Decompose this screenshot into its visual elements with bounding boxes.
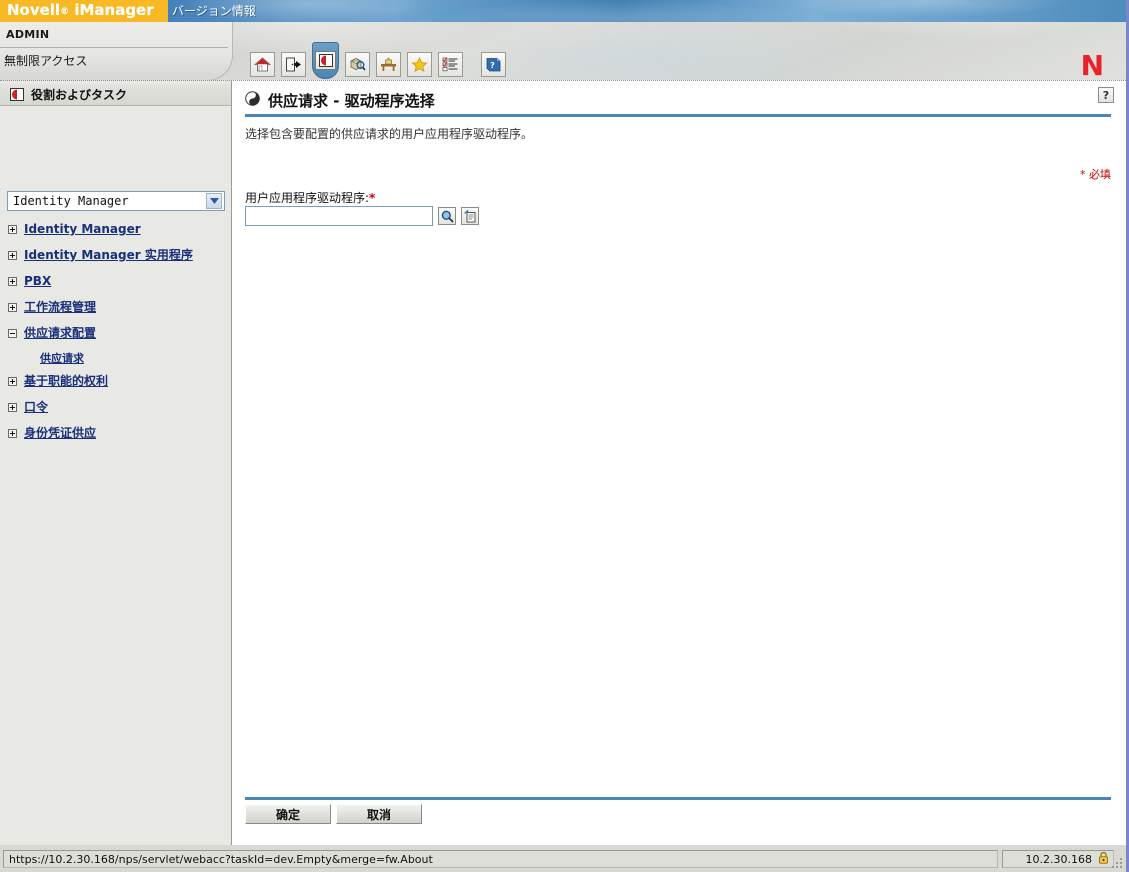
sidebar-item-label[interactable]: 口令 bbox=[24, 399, 48, 415]
sidebar-item-credential-provisioning[interactable]: 身份凭证供应 bbox=[0, 425, 231, 451]
configure-icon bbox=[381, 57, 396, 71]
exit-icon-button[interactable] bbox=[281, 52, 306, 77]
product-logo-text: Novell® iManager bbox=[0, 0, 154, 20]
sidebar-subitem-label[interactable]: 供应请求 bbox=[40, 351, 84, 367]
sidebar: 役割およびタスク Identity Manager Identity Manag… bbox=[0, 80, 232, 845]
novell-n-logo: N bbox=[1080, 49, 1104, 80]
roles-and-tasks-icon bbox=[10, 88, 24, 101]
roles-and-tasks-tab[interactable] bbox=[312, 42, 339, 80]
status-url-panel: https://10.2.30.168/nps/servlet/webacc?t… bbox=[3, 850, 998, 868]
ok-button[interactable]: 确定 bbox=[245, 804, 331, 824]
role-filter-select[interactable]: Identity Manager bbox=[7, 191, 225, 211]
home-icon-button[interactable] bbox=[250, 52, 275, 77]
action-buttons: 确定 取消 bbox=[245, 804, 422, 824]
expand-toggle-icon[interactable] bbox=[8, 303, 17, 312]
required-asterisk: * bbox=[369, 191, 376, 205]
title-divider bbox=[245, 114, 1111, 117]
help-book-icon: ? bbox=[486, 58, 501, 72]
expand-toggle-icon[interactable] bbox=[8, 225, 17, 234]
expand-toggle-icon[interactable] bbox=[8, 429, 17, 438]
sidebar-item-passwords[interactable]: 口令 bbox=[0, 399, 231, 425]
main-toolbar: ? bbox=[250, 42, 506, 80]
driver-field-label-text: 用户应用程序驱动程序: bbox=[245, 191, 370, 205]
sidebar-item-label[interactable]: Identity Manager 实用程序 bbox=[24, 247, 193, 263]
expand-toggle-icon[interactable] bbox=[8, 403, 17, 412]
sidebar-item-label[interactable]: PBX bbox=[24, 273, 51, 289]
version-info-tab[interactable]: バージョン情報 bbox=[172, 2, 256, 19]
checklist-icon-button[interactable] bbox=[438, 52, 463, 77]
status-bar: https://10.2.30.168/nps/servlet/webacc?t… bbox=[0, 845, 1126, 872]
sidebar-item-identity-manager[interactable]: Identity Manager bbox=[0, 221, 231, 247]
roles-task-tree: Identity Manager Identity Manager 实用程序 P… bbox=[0, 221, 231, 451]
history-list-icon bbox=[463, 209, 475, 222]
top-banner: Novell® iManager バージョン情報 bbox=[0, 0, 1126, 22]
user-application-driver-input[interactable] bbox=[245, 206, 433, 226]
user-panel: ADMIN 無制限アクセス bbox=[0, 22, 233, 80]
object-view-icon bbox=[350, 58, 366, 71]
access-level-label: 無制限アクセス bbox=[4, 54, 88, 68]
sidebar-item-label[interactable]: 供应请求配置 bbox=[24, 325, 96, 341]
header-bar: ADMIN 無制限アクセス ? N bbox=[0, 22, 1126, 80]
favorites-star-icon bbox=[411, 57, 428, 72]
brand-imanager: iManager bbox=[74, 0, 154, 19]
svg-text:?: ? bbox=[490, 61, 495, 70]
roles-and-tasks-icon-button bbox=[315, 51, 336, 70]
object-history-button[interactable] bbox=[461, 207, 479, 225]
sidebar-item-workflow-management[interactable]: 工作流程管理 bbox=[0, 299, 231, 325]
novell-brand-block: Novell® iManager bbox=[0, 0, 168, 22]
magnifier-icon bbox=[441, 210, 454, 223]
page-title-row: 供应请求 - 驱动程序选择 bbox=[245, 90, 435, 111]
collapse-toggle-icon[interactable] bbox=[8, 329, 17, 338]
expand-toggle-icon[interactable] bbox=[8, 251, 17, 260]
sidebar-item-label[interactable]: 工作流程管理 bbox=[24, 299, 96, 315]
favorites-star-icon-button[interactable] bbox=[407, 52, 432, 77]
footer-divider bbox=[245, 797, 1111, 800]
padlock-icon bbox=[1098, 851, 1109, 867]
main-content: ? 供应请求 - 驱动程序选择 选择包含要配置的供应请求的用户应用程序驱动程序。… bbox=[233, 80, 1126, 845]
object-selector-button[interactable] bbox=[438, 207, 456, 225]
brand-novell: Novell bbox=[7, 0, 61, 19]
resize-grip[interactable] bbox=[1110, 856, 1124, 870]
sidebar-item-label[interactable]: Identity Manager bbox=[24, 221, 141, 237]
sidebar-item-pbx[interactable]: PBX bbox=[0, 273, 231, 299]
task-circle-icon bbox=[245, 90, 260, 111]
user-panel-divider bbox=[0, 47, 228, 48]
banner-background-image bbox=[189, 0, 1126, 22]
expand-toggle-icon[interactable] bbox=[8, 377, 17, 386]
driver-field-label: 用户应用程序驱动程序:* bbox=[245, 189, 375, 206]
page-help-button[interactable]: ? bbox=[1098, 87, 1114, 103]
page-title: 供应请求 - 驱动程序选择 bbox=[268, 92, 435, 110]
configure-icon-button[interactable] bbox=[376, 52, 401, 77]
chevron-down-icon bbox=[206, 193, 222, 209]
status-url-text: https://10.2.30.168/nps/servlet/webacc?t… bbox=[9, 852, 433, 866]
driver-field-row bbox=[245, 206, 479, 226]
sidebar-title: 役割およびタスク bbox=[31, 88, 128, 102]
page-description: 选择包含要配置的供应请求的用户应用程序驱动程序。 bbox=[245, 127, 534, 141]
sidebar-item-label[interactable]: 基于职能的权利 bbox=[24, 373, 108, 389]
sidebar-item-identity-manager-utilities[interactable]: Identity Manager 实用程序 bbox=[0, 247, 231, 273]
imanager-window: Novell® iManager バージョン情報 ADMIN 無制限アクセス ?… bbox=[0, 0, 1129, 872]
sidebar-item-provisioning-request[interactable]: 供应请求 bbox=[0, 351, 231, 373]
roles-and-tasks-icon bbox=[318, 54, 333, 67]
sidebar-item-label[interactable]: 身份凭证供应 bbox=[24, 425, 96, 441]
expand-toggle-icon[interactable] bbox=[8, 277, 17, 286]
sidebar-item-provisioning-request-configuration[interactable]: 供应请求配置 bbox=[0, 325, 231, 351]
cancel-button[interactable]: 取消 bbox=[336, 804, 422, 824]
status-zone-text: 10.2.30.168 bbox=[1025, 852, 1092, 866]
role-filter-selected-value: Identity Manager bbox=[13, 194, 129, 208]
object-view-icon-button[interactable] bbox=[345, 52, 370, 77]
help-book-icon-button[interactable]: ? bbox=[481, 52, 506, 77]
status-zone-panel[interactable]: 10.2.30.168 bbox=[1002, 850, 1114, 868]
sidebar-item-role-based-entitlements[interactable]: 基于职能的权利 bbox=[0, 373, 231, 399]
home-icon bbox=[254, 57, 271, 72]
registered-mark: ® bbox=[60, 6, 70, 17]
checklist-icon bbox=[442, 57, 458, 72]
sidebar-header: 役割およびタスク bbox=[0, 84, 231, 106]
required-field-note: * 必填 bbox=[1080, 168, 1111, 181]
exit-icon bbox=[286, 57, 301, 72]
current-user-label: ADMIN bbox=[6, 28, 50, 41]
